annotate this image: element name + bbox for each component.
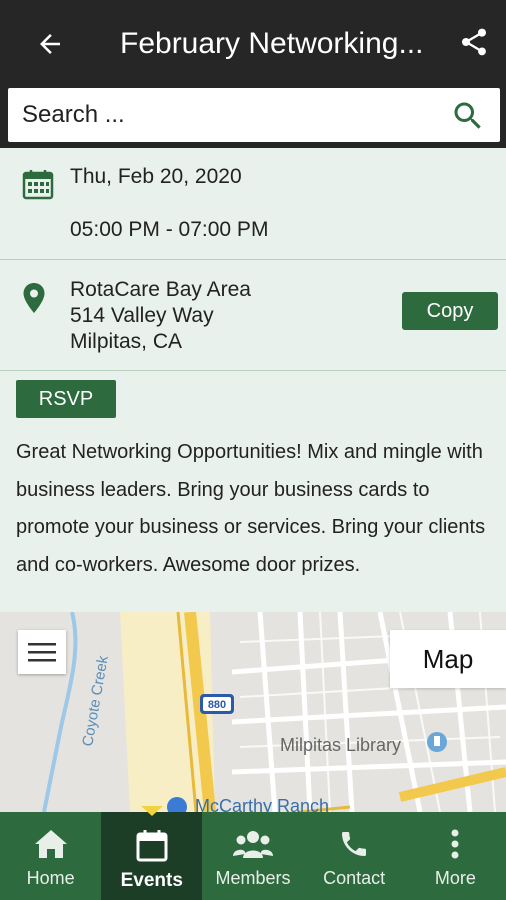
map-type-tab[interactable]: Map <box>390 630 506 688</box>
nav-contact[interactable]: Contact <box>304 812 405 900</box>
address-line-2: Milpitas, CA <box>70 330 183 353</box>
members-icon <box>232 831 273 858</box>
active-tab-indicator <box>141 806 163 816</box>
nav-label-contact: Contact <box>323 868 386 888</box>
calendar-icon <box>136 830 168 862</box>
location-pin-icon <box>23 283 45 313</box>
menu-icon <box>28 643 56 662</box>
nav-members[interactable]: Members <box>202 812 303 900</box>
rsvp-button[interactable]: RSVP <box>16 380 116 418</box>
event-date: Thu, Feb 20, 2020 <box>70 165 242 188</box>
library-label: Milpitas Library <box>280 735 401 755</box>
search-button[interactable] <box>448 96 488 136</box>
event-time: 05:00 PM - 07:00 PM <box>70 218 269 241</box>
search-input[interactable] <box>22 88 432 142</box>
share-button[interactable] <box>452 20 496 64</box>
more-vert-icon <box>451 829 459 859</box>
location-name: RotaCare Bay Area <box>70 278 251 301</box>
bottom-navigation: Home Events Members Contact More <box>0 812 506 900</box>
map-menu-button[interactable] <box>18 630 66 674</box>
back-button[interactable] <box>28 22 72 66</box>
calendar-icon <box>22 170 54 200</box>
phone-icon <box>342 832 367 856</box>
nav-home[interactable]: Home <box>0 812 101 900</box>
highway-label: 880 <box>208 699 226 711</box>
nav-events[interactable]: Events <box>101 812 203 900</box>
event-description: Great Networking Opportunities! Mix and … <box>16 441 486 576</box>
arrow-back-icon <box>40 34 60 54</box>
search-icon <box>454 102 481 129</box>
search-bar <box>8 88 500 142</box>
copy-address-button[interactable]: Copy <box>402 292 498 330</box>
share-icon <box>462 28 486 56</box>
address-line-1: 514 Valley Way <box>70 304 214 327</box>
nav-label-home: Home <box>26 868 75 888</box>
nav-label-events: Events <box>120 870 183 891</box>
home-icon <box>34 830 67 858</box>
ranch-label: McCarthy Ranch <box>195 796 329 812</box>
nav-label-more: More <box>434 868 476 888</box>
page-title: February Networking... <box>120 27 424 60</box>
nav-more[interactable]: More <box>405 812 506 900</box>
nav-label-members: Members <box>215 868 291 888</box>
